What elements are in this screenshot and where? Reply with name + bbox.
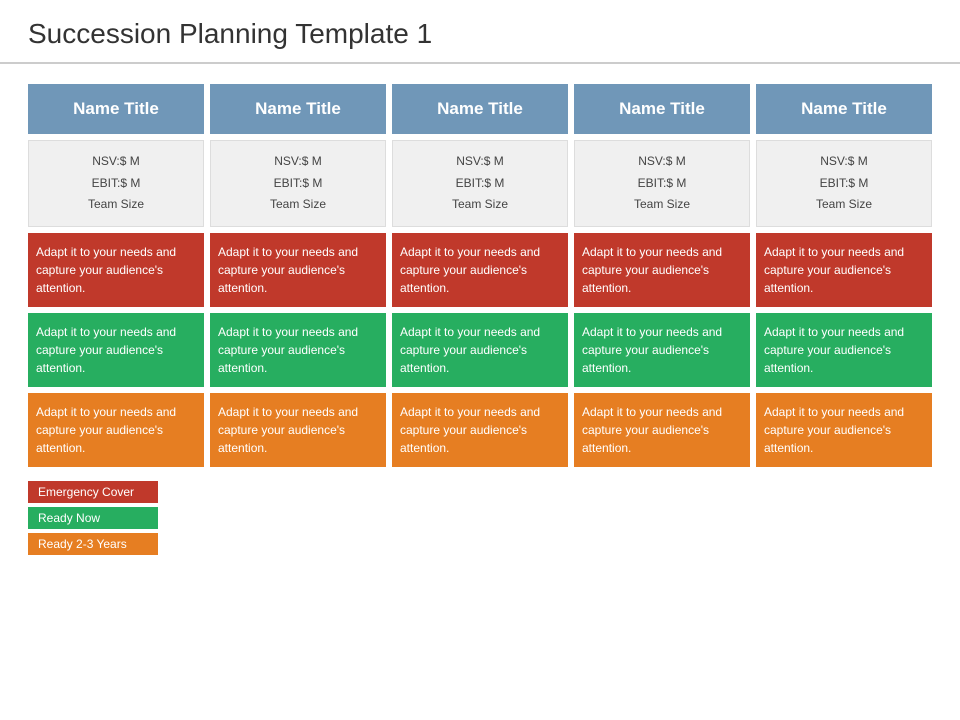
- red-cell-5: Adapt it to your needs and capture your …: [756, 233, 932, 307]
- legend-ready-years-label: Ready 2-3 Years: [38, 537, 127, 551]
- orange-cell-3: Adapt it to your needs and capture your …: [392, 393, 568, 467]
- legend-ready-now-label: Ready Now: [38, 511, 100, 525]
- info-cell-4: NSV:$ M EBIT:$ M Team Size: [574, 140, 750, 227]
- nsv-label-1: NSV:$ M: [37, 151, 195, 173]
- col-header-1: Name Title: [28, 84, 204, 134]
- info-cell-2: NSV:$ M EBIT:$ M Team Size: [210, 140, 386, 227]
- col-header-3-title: Name Title: [437, 99, 523, 118]
- ebit-label-4: EBIT:$ M: [583, 173, 741, 195]
- nsv-label-4: NSV:$ M: [583, 151, 741, 173]
- nsv-label-2: NSV:$ M: [219, 151, 377, 173]
- nsv-label-3: NSV:$ M: [401, 151, 559, 173]
- legend-emergency-label: Emergency Cover: [38, 485, 134, 499]
- green-cell-5: Adapt it to your needs and capture your …: [756, 313, 932, 387]
- main-content: Name Title Name Title Name Title Name Ti…: [0, 64, 960, 571]
- ebit-label-5: EBIT:$ M: [765, 173, 923, 195]
- nsv-label-5: NSV:$ M: [765, 151, 923, 173]
- legend-emergency: Emergency Cover: [28, 481, 158, 503]
- col-header-3: Name Title: [392, 84, 568, 134]
- col-header-4-title: Name Title: [619, 99, 705, 118]
- orange-cell-1: Adapt it to your needs and capture your …: [28, 393, 204, 467]
- team-label-2: Team Size: [219, 194, 377, 216]
- col-header-1-title: Name Title: [73, 99, 159, 118]
- page-title: Succession Planning Template 1: [0, 0, 960, 64]
- orange-text-3: Adapt it to your needs and capture your …: [400, 405, 540, 455]
- team-label-3: Team Size: [401, 194, 559, 216]
- col-header-2-title: Name Title: [255, 99, 341, 118]
- green-text-4: Adapt it to your needs and capture your …: [582, 325, 722, 375]
- orange-cell-5: Adapt it to your needs and capture your …: [756, 393, 932, 467]
- green-text-3: Adapt it to your needs and capture your …: [400, 325, 540, 375]
- orange-text-1: Adapt it to your needs and capture your …: [36, 405, 176, 455]
- red-text-5: Adapt it to your needs and capture your …: [764, 245, 904, 295]
- team-label-5: Team Size: [765, 194, 923, 216]
- orange-text-2: Adapt it to your needs and capture your …: [218, 405, 358, 455]
- green-text-5: Adapt it to your needs and capture your …: [764, 325, 904, 375]
- green-cell-3: Adapt it to your needs and capture your …: [392, 313, 568, 387]
- green-cell-2: Adapt it to your needs and capture your …: [210, 313, 386, 387]
- red-text-2: Adapt it to your needs and capture your …: [218, 245, 358, 295]
- red-cell-4: Adapt it to your needs and capture your …: [574, 233, 750, 307]
- orange-text-4: Adapt it to your needs and capture your …: [582, 405, 722, 455]
- succession-grid: Name Title Name Title Name Title Name Ti…: [28, 84, 932, 467]
- orange-cell-4: Adapt it to your needs and capture your …: [574, 393, 750, 467]
- red-cell-1: Adapt it to your needs and capture your …: [28, 233, 204, 307]
- red-cell-3: Adapt it to your needs and capture your …: [392, 233, 568, 307]
- red-text-1: Adapt it to your needs and capture your …: [36, 245, 176, 295]
- info-cell-3: NSV:$ M EBIT:$ M Team Size: [392, 140, 568, 227]
- legend-ready-years: Ready 2-3 Years: [28, 533, 158, 555]
- green-cell-4: Adapt it to your needs and capture your …: [574, 313, 750, 387]
- team-label-4: Team Size: [583, 194, 741, 216]
- green-text-2: Adapt it to your needs and capture your …: [218, 325, 358, 375]
- col-header-2: Name Title: [210, 84, 386, 134]
- team-label-1: Team Size: [37, 194, 195, 216]
- legend-ready-now: Ready Now: [28, 507, 158, 529]
- green-cell-1: Adapt it to your needs and capture your …: [28, 313, 204, 387]
- col-header-4: Name Title: [574, 84, 750, 134]
- orange-cell-2: Adapt it to your needs and capture your …: [210, 393, 386, 467]
- ebit-label-2: EBIT:$ M: [219, 173, 377, 195]
- red-text-4: Adapt it to your needs and capture your …: [582, 245, 722, 295]
- orange-text-5: Adapt it to your needs and capture your …: [764, 405, 904, 455]
- legend: Emergency Cover Ready Now Ready 2-3 Year…: [28, 481, 932, 555]
- red-text-3: Adapt it to your needs and capture your …: [400, 245, 540, 295]
- info-cell-5: NSV:$ M EBIT:$ M Team Size: [756, 140, 932, 227]
- info-cell-1: NSV:$ M EBIT:$ M Team Size: [28, 140, 204, 227]
- ebit-label-1: EBIT:$ M: [37, 173, 195, 195]
- col-header-5-title: Name Title: [801, 99, 887, 118]
- col-header-5: Name Title: [756, 84, 932, 134]
- red-cell-2: Adapt it to your needs and capture your …: [210, 233, 386, 307]
- green-text-1: Adapt it to your needs and capture your …: [36, 325, 176, 375]
- ebit-label-3: EBIT:$ M: [401, 173, 559, 195]
